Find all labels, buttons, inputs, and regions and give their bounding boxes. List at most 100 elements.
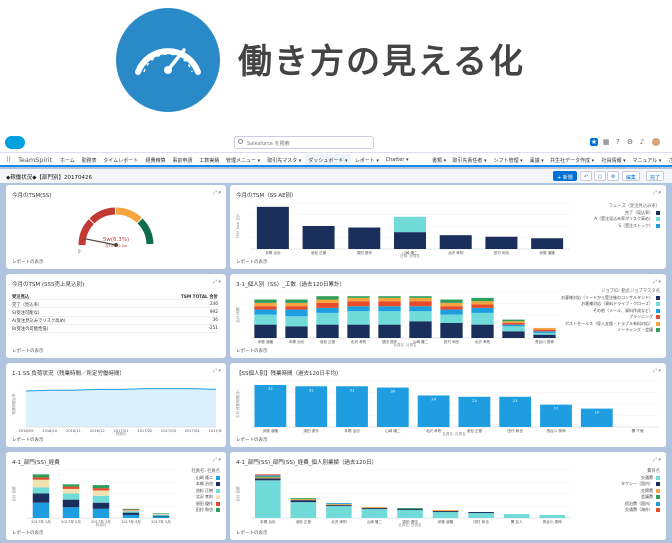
bar-segment (471, 307, 494, 313)
table-cell: B(受注の可能性低) (12, 327, 49, 333)
bar-segment (254, 474, 281, 476)
new-button[interactable]: + 新規 (553, 171, 577, 181)
card-menu-icon[interactable]: ⤢ ▾ (653, 190, 661, 196)
nav-tab-2[interactable]: タイムレポート (103, 157, 138, 164)
done-button[interactable]: 完了 (646, 171, 665, 181)
nav-tab-11[interactable]: 書類 ▾ (432, 157, 446, 164)
card-title: 3-1_個人別（SS）_工数（過去120日累計） (236, 282, 345, 288)
bar-segment (152, 513, 170, 515)
bar-segment (409, 296, 432, 298)
nav-tab-4[interactable]: 事前申請 (172, 157, 192, 164)
bar-segment (285, 309, 308, 317)
bar-segment (316, 312, 339, 325)
x-tick-label: 本郷 治也 (260, 519, 276, 524)
nav-tab-9[interactable]: レポート ▾ (355, 157, 379, 164)
nav-tab-17[interactable]: マニュアル ▾ (632, 157, 661, 164)
data-label: 31 (309, 388, 314, 392)
bar-segment (440, 309, 463, 315)
undo-button[interactable]: ↶ (580, 171, 593, 181)
table-header: 受注見込 TSM TOTAL 合計 (12, 292, 218, 301)
bar-segment (326, 506, 352, 518)
bar-segment (397, 509, 423, 511)
nav-tab-0[interactable]: ホーム (60, 157, 75, 164)
x-tick-label: 2017/05 (209, 429, 222, 433)
chart-legend: ジョブID: 勤怠ジョブマスタ名 お客様対応（リードから受注後のコンサルタンド）お… (548, 288, 660, 334)
nav-tab-15[interactable]: 共生社データ作成 ▾ (550, 157, 594, 164)
bar-segment (440, 299, 463, 303)
view-report-link[interactable]: レポートの表示 (236, 437, 268, 443)
bar-segment (316, 299, 339, 303)
table-row: 完了（見込率） 246 (12, 300, 218, 309)
bar-segment (432, 512, 459, 518)
view-report-link[interactable]: レポートの表示 (236, 259, 268, 265)
load-area-chart: 2016/09 2016/10 2016/11 2016/12 2017/01 2017/… (11, 380, 222, 436)
gauge-subvalue: @1w 1-0-2w (105, 244, 127, 248)
nav-tab-16[interactable]: 社員情報 ▾ (602, 157, 626, 164)
card-menu-icon[interactable]: ⤢ ▾ (653, 279, 661, 285)
edit-button[interactable]: 編集 (622, 171, 641, 181)
card-menu-icon[interactable]: ⤢ ▾ (213, 457, 221, 463)
refresh-button[interactable]: ○ (594, 171, 607, 181)
bar-segment (432, 511, 459, 513)
app-launcher-icon[interactable]: ⠿ (6, 156, 14, 164)
card-menu-icon[interactable]: ⤢ ▾ (213, 190, 221, 196)
bar-segment (347, 297, 370, 302)
nav-tab-1[interactable]: 勤務表 (82, 157, 97, 164)
card-title: 4-1_部門(SS)_部門(SS)_経費_個人別業績（過去120日） (236, 460, 378, 466)
bar-segment (485, 236, 518, 249)
x-tick-label: 本郷 治也 (289, 339, 305, 344)
view-report-link[interactable]: レポートの表示 (12, 530, 44, 536)
view-report-link[interactable]: レポートの表示 (12, 348, 44, 354)
legend-item: ミーティング・会議 (548, 327, 660, 334)
bar-segment (378, 296, 401, 298)
help-icon[interactable]: ? (614, 138, 622, 146)
favorites-star-icon[interactable]: ★ (590, 138, 598, 146)
bar-segment (92, 490, 110, 496)
x-axis-label: 勤務月 (116, 431, 127, 436)
nav-tab-8[interactable]: ダッシュボード ▾ (305, 154, 351, 167)
x-tick-label: 須田 優作 (303, 428, 319, 433)
notification-bell-icon[interactable]: ♪ (638, 138, 646, 146)
x-tick-label: 北沢 孝則 (475, 339, 491, 344)
avatar[interactable] (652, 138, 660, 146)
table-cell: S(受注可能な) (12, 310, 40, 316)
card-menu-icon[interactable]: ⤢ ▾ (653, 457, 661, 463)
table-cell: 992 (209, 309, 218, 315)
bar-segment (394, 216, 426, 233)
x-tick-label: 2017/03 (161, 429, 176, 433)
nav-tab-14[interactable]: 稟議 ▾ (530, 157, 544, 164)
bar-segment (378, 297, 401, 302)
nav-tab-7[interactable]: 取引先マスタ ▾ (267, 157, 301, 164)
nav-tab-12[interactable]: 取引先責任者 ▾ (452, 157, 486, 164)
nav-tab-3[interactable]: 経費精算 (146, 157, 166, 164)
bar-segment (503, 514, 530, 518)
global-search-input[interactable]: Salesforce を検索 (234, 136, 374, 149)
card-menu-icon[interactable]: ⤢ ▾ (653, 368, 661, 374)
y-axis-label: 合計 金額 (235, 486, 240, 502)
app-name: TeamSpirit (18, 156, 53, 164)
card-menu-icon[interactable]: ⤢ ▾ (213, 279, 221, 285)
bar-segment (409, 301, 432, 307)
view-report-link[interactable]: レポートの表示 (12, 437, 44, 443)
nav-tab-18[interactable]: さらに表示 ▾ (668, 157, 672, 164)
view-report-link[interactable]: レポートの表示 (12, 259, 44, 265)
gauge-chart: 5w(6.3%)@1w 1-0-2w 0 (78, 207, 154, 254)
data-label: 14 (595, 411, 600, 415)
bar-segment (502, 331, 525, 338)
bar-segment (468, 513, 494, 518)
overtime-bar-chart: 32 伊藤 道隆 31 須田 優作 31 本郷 治也 30 山崎 隆二 24 北沢 孝則 23 池松 … (235, 380, 658, 436)
nav-tab-5[interactable]: 工数実績 (199, 157, 219, 164)
x-tick-label: 長谷川 泰伸 (543, 519, 563, 524)
gear-icon[interactable]: ⚙ (626, 138, 634, 146)
nav-tab-13[interactable]: シフト管理 ▾ (494, 157, 523, 164)
setup-grid-icon[interactable]: ▦ (602, 138, 610, 146)
hero-title: 働き方の見える化 (238, 42, 525, 82)
view-report-link[interactable]: レポートの表示 (236, 348, 268, 354)
nav-tab-10[interactable]: Chatter ▾ (386, 157, 409, 163)
bar-segment (361, 509, 388, 518)
nav-tab-6[interactable]: 管理メニュー ▾ (226, 157, 260, 164)
card-menu-icon[interactable]: ⤢ ▾ (213, 368, 221, 374)
settings-button[interactable]: ⚙ (607, 171, 620, 181)
x-tick-label: 関 友人 (511, 519, 523, 524)
view-report-link[interactable]: レポートの表示 (236, 530, 268, 536)
